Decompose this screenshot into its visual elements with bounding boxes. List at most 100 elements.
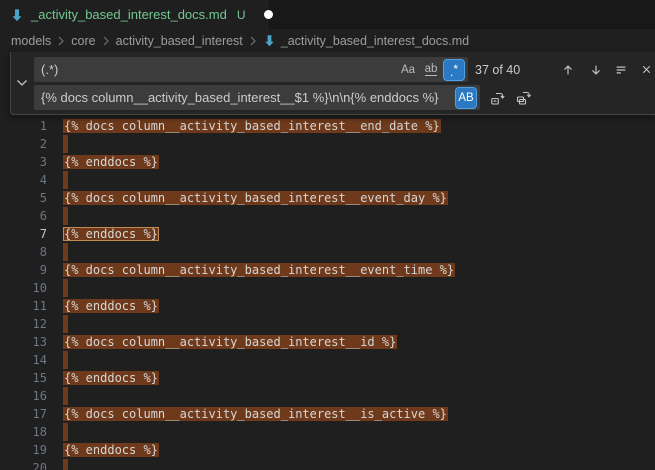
- chevron-right-icon: [57, 36, 65, 46]
- breadcrumb-item-folder[interactable]: activity_based_interest: [116, 34, 243, 48]
- code-line[interactable]: 16: [0, 387, 655, 405]
- breadcrumb-item-models[interactable]: models: [11, 34, 51, 48]
- code-line[interactable]: 7 {% enddocs %}: [0, 225, 655, 243]
- line-content[interactable]: {% docs column__activity_based_interest_…: [63, 333, 397, 351]
- replace-button[interactable]: [487, 85, 509, 110]
- line-content[interactable]: {% docs column__activity_based_interest_…: [63, 261, 455, 279]
- toggle-replace-chevron-icon[interactable]: [11, 52, 33, 114]
- line-number: 18: [0, 423, 47, 441]
- breadcrumb-item-core[interactable]: core: [71, 34, 95, 48]
- line-number: 17: [0, 405, 47, 423]
- line-content[interactable]: {% enddocs %}: [63, 225, 159, 243]
- line-number: 2: [0, 135, 47, 153]
- line-content[interactable]: {% docs column__activity_based_interest_…: [63, 189, 448, 207]
- line-number: 4: [0, 171, 47, 189]
- code-line[interactable]: 2: [0, 135, 655, 153]
- line-content[interactable]: [63, 351, 68, 369]
- tab-filename: _activity_based_interest_docs.md: [31, 7, 227, 22]
- line-content[interactable]: {% docs column__activity_based_interest_…: [63, 405, 448, 423]
- line-content[interactable]: [63, 459, 68, 470]
- find-match-highlight: [63, 351, 68, 369]
- find-input[interactable]: (.*) Aa ab .*: [34, 57, 468, 82]
- find-match-highlight: [63, 279, 68, 297]
- replace-input[interactable]: {% docs column__activity_based_interest_…: [34, 85, 480, 110]
- line-content[interactable]: [63, 207, 68, 225]
- code-line[interactable]: 17 {% docs column__activity_based_interes…: [0, 405, 655, 423]
- code-line[interactable]: 18: [0, 423, 655, 441]
- code-line[interactable]: 8: [0, 243, 655, 261]
- line-content[interactable]: [63, 387, 68, 405]
- line-content[interactable]: [63, 315, 68, 333]
- code-line[interactable]: 11{% enddocs %}: [0, 297, 655, 315]
- chevron-right-icon: [249, 36, 257, 46]
- code-line[interactable]: 10: [0, 279, 655, 297]
- find-in-selection-icon[interactable]: [610, 57, 632, 82]
- markdown-file-icon: [10, 8, 24, 22]
- find-match-highlight: [63, 459, 68, 470]
- line-number: 13: [0, 333, 47, 351]
- line-number: 10: [0, 279, 47, 297]
- code-line[interactable]: 20: [0, 459, 655, 470]
- find-match-highlight: {% enddocs %}: [63, 443, 159, 457]
- replace-all-button[interactable]: [513, 85, 535, 110]
- whole-word-toggle[interactable]: ab: [421, 60, 441, 80]
- modified-indicator-icon[interactable]: [264, 10, 273, 19]
- code-line[interactable]: 12: [0, 315, 655, 333]
- find-match-highlight: {% enddocs %}: [63, 155, 159, 169]
- line-number: 9: [0, 261, 47, 279]
- line-number: 14: [0, 351, 47, 369]
- chevron-right-icon: [102, 36, 110, 46]
- match-case-toggle[interactable]: Aa: [398, 60, 418, 80]
- code-line[interactable]: 4: [0, 171, 655, 189]
- previous-match-button[interactable]: [557, 57, 579, 82]
- line-number: 6: [0, 207, 47, 225]
- find-match-highlight: {% enddocs %}: [63, 299, 159, 313]
- find-match-highlight: {% docs column__activity_based_interest_…: [63, 191, 448, 205]
- next-match-button[interactable]: [585, 57, 607, 82]
- line-content[interactable]: {% docs column__activity_based_interest_…: [63, 117, 441, 135]
- code-line[interactable]: 13 {% docs column__activity_based_interes…: [0, 333, 655, 351]
- current-find-match: {% enddocs %}: [63, 227, 159, 241]
- line-content[interactable]: [63, 279, 68, 297]
- find-match-highlight: [63, 387, 68, 405]
- markdown-file-icon: [263, 34, 276, 47]
- line-content[interactable]: {% enddocs %}: [63, 441, 159, 459]
- preserve-case-toggle[interactable]: AB: [456, 88, 476, 108]
- code-line[interactable]: 1 {% docs column__activity_based_interest…: [0, 117, 655, 135]
- code-area: 1 {% docs column__activity_based_interest…: [0, 117, 655, 470]
- find-input-value: (.*): [41, 62, 398, 77]
- line-content[interactable]: [63, 243, 68, 261]
- close-icon[interactable]: [635, 57, 655, 82]
- find-match-highlight: [63, 207, 68, 225]
- replace-input-value: {% docs column__activity_based_interest_…: [41, 90, 456, 105]
- regex-toggle[interactable]: .*: [444, 60, 464, 80]
- line-content[interactable]: {% enddocs %}: [63, 369, 159, 387]
- breadcrumb: models core activity_based_interest _act…: [0, 29, 655, 52]
- line-content[interactable]: {% enddocs %}: [63, 153, 159, 171]
- line-content[interactable]: [63, 171, 68, 189]
- line-number: 7: [0, 225, 47, 243]
- code-line[interactable]: 19{% enddocs %}: [0, 441, 655, 459]
- line-number: 1: [0, 117, 47, 135]
- code-line[interactable]: 5{% docs column__activity_based_interest…: [0, 189, 655, 207]
- find-match-highlight: [63, 423, 68, 441]
- git-status-badge: U: [237, 8, 246, 22]
- line-content[interactable]: [63, 135, 68, 153]
- code-line[interactable]: 14: [0, 351, 655, 369]
- code-line[interactable]: 6: [0, 207, 655, 225]
- find-match-highlight: {% docs column__activity_based_interest_…: [63, 335, 397, 349]
- code-line[interactable]: 9 {% docs column__activity_based_interest…: [0, 261, 655, 279]
- line-number: 16: [0, 387, 47, 405]
- line-content[interactable]: {% enddocs %}: [63, 297, 159, 315]
- find-match-highlight: [63, 315, 68, 333]
- code-line[interactable]: 3{% enddocs %}: [0, 153, 655, 171]
- line-number: 12: [0, 315, 47, 333]
- find-match-highlight: {% docs column__activity_based_interest_…: [63, 119, 441, 133]
- line-number: 8: [0, 243, 47, 261]
- tab-active[interactable]: _activity_based_interest_docs.md U: [0, 0, 268, 29]
- tab-bar: _activity_based_interest_docs.md U: [0, 0, 655, 29]
- line-content[interactable]: [63, 423, 68, 441]
- breadcrumb-item-file[interactable]: _activity_based_interest_docs.md: [263, 34, 469, 48]
- find-widget: (.*) Aa ab .* 37 of 40 {% docs column__a…: [10, 52, 655, 115]
- code-line[interactable]: 15{% enddocs %}: [0, 369, 655, 387]
